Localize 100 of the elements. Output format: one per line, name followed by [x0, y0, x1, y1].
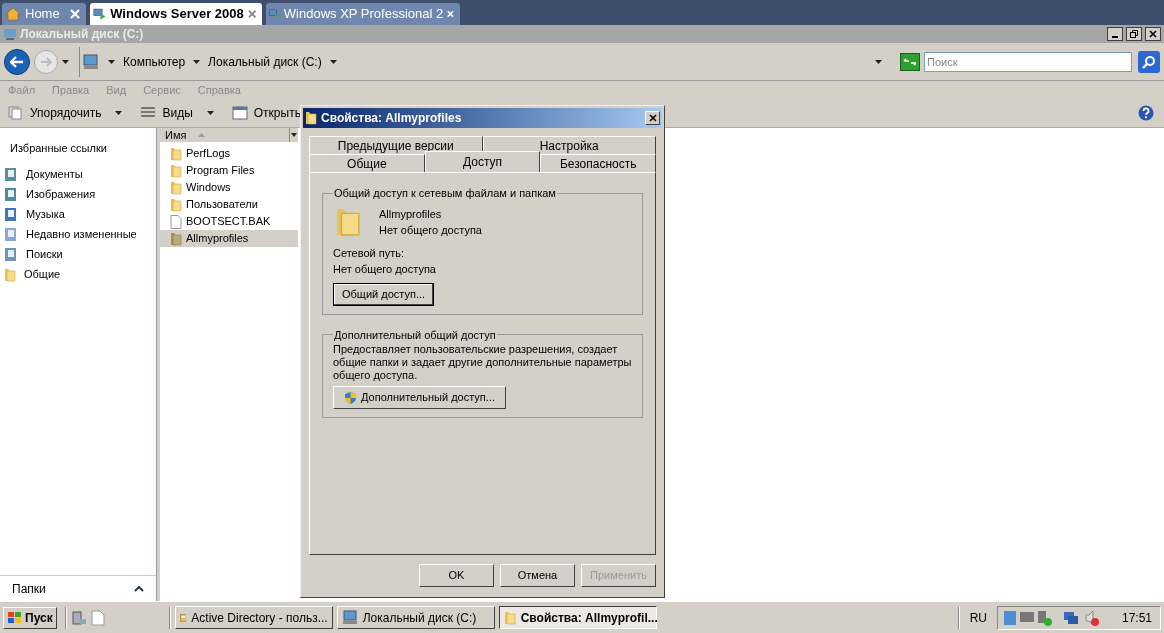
window-icon [231, 106, 248, 120]
host-tab[interactable]: Windows XP Professional 2 [266, 3, 460, 25]
monitor-icon [269, 7, 280, 21]
tab-label: Windows Server 2008 [110, 5, 244, 24]
sidebar-heading: Избранные ссылки [9, 141, 108, 156]
dialog-button[interactable]: Отмена [500, 564, 575, 587]
search-field[interactable]: Поиск [924, 51, 1132, 72]
share-button[interactable]: Общий доступ... [333, 282, 435, 306]
advanced-sharing-button[interactable]: Дополнительный доступ... [333, 386, 506, 409]
dialog-title: Свойства: Allmyprofiles [321, 110, 463, 127]
tab-label: Home [25, 5, 61, 24]
name-column-header[interactable]: Имя [160, 128, 290, 142]
tab-label: Windows XP Professional 2 [283, 5, 444, 24]
taskbar-button[interactable]: Active Directory - польз... [174, 606, 333, 629]
caret-icon [329, 59, 337, 64]
file-icon [170, 214, 182, 229]
file-row[interactable]: Allmyprofiles [160, 230, 298, 247]
language-indicator[interactable]: RU [963, 608, 993, 627]
restore-icon [1130, 30, 1138, 38]
document-icon [4, 227, 18, 242]
folder-name: Allmyprofiles [379, 206, 443, 222]
sort-arrow-icon [198, 133, 206, 137]
folder-icon [170, 146, 182, 161]
folder-icon [170, 197, 182, 212]
network-path-value: Нет общего доступа [333, 261, 437, 277]
caret-icon [875, 59, 882, 64]
taskbar-button[interactable]: Свойства: Allmyprofil... [498, 606, 657, 629]
list-icon [140, 106, 157, 120]
minimize-button[interactable] [1107, 27, 1123, 41]
toolbar-button[interactable]: Виды [140, 104, 214, 122]
back-button[interactable] [4, 48, 30, 75]
monitor-icon [93, 7, 107, 21]
column-dropdown[interactable] [290, 128, 298, 142]
file-row[interactable]: Пользователи [160, 196, 298, 213]
folder-icon [170, 163, 182, 178]
start-button[interactable]: Пуск [3, 606, 57, 629]
computer-icon [82, 52, 100, 71]
file-row[interactable]: BOOTSECT.BAK [160, 213, 298, 230]
breadcrumb[interactable]: Локальный диск (C:) [208, 52, 322, 71]
caret-icon [115, 111, 123, 115]
windows-flag-icon [7, 610, 22, 625]
share-status: Нет общего доступа [379, 223, 482, 238]
close-button[interactable] [1145, 27, 1161, 41]
sidebar-item[interactable]: Музыка [0, 204, 156, 225]
dialog-tab[interactable]: Доступ [424, 151, 541, 172]
document-icon [4, 167, 18, 182]
address-field[interactable]: Компьютер Локальный диск (C:) [79, 46, 884, 77]
close-icon [648, 114, 657, 122]
dialog-tab[interactable]: Общие [309, 154, 425, 172]
restore-button[interactable] [1126, 27, 1142, 41]
sidebar-item[interactable]: Недавно измененные [0, 224, 156, 245]
caret-icon [291, 133, 297, 137]
home-icon [5, 7, 21, 21]
caret-icon [206, 111, 214, 115]
toolbar-button[interactable]: Упорядочить [8, 104, 123, 122]
file-row[interactable]: Windows [160, 179, 298, 196]
toolbar-button[interactable]: Открыть [231, 104, 301, 122]
network-path-label: Сетевой путь: [333, 245, 406, 261]
pages-icon [8, 106, 24, 120]
right-arrow-icon [40, 56, 52, 67]
server-icon[interactable] [70, 609, 87, 626]
caret-icon [108, 59, 115, 64]
sidebar-item[interactable]: Изображения [0, 184, 156, 205]
folder-icon [170, 180, 182, 195]
folders-label: Папки [12, 580, 46, 598]
breadcrumb[interactable]: Компьютер [123, 52, 186, 71]
refresh-button[interactable] [900, 52, 920, 71]
group-legend: Дополнительный общий доступ [333, 326, 497, 343]
sidebar-item[interactable]: Поиски [0, 244, 156, 265]
chevron-up-icon [134, 585, 144, 592]
caret-icon [62, 59, 69, 64]
help-icon[interactable] [1138, 105, 1154, 121]
folder-icon [305, 111, 317, 125]
host-tab[interactable]: Home [2, 3, 86, 25]
column-title: Имя [165, 127, 187, 143]
folder-icon [170, 231, 182, 246]
refresh-arrows-icon [903, 56, 917, 67]
dialog-button[interactable]: OK [419, 564, 494, 587]
window-title: Локальный диск (C:) [20, 26, 145, 43]
shield-icon [344, 390, 357, 405]
close-icon [1149, 30, 1157, 38]
taskbar-button[interactable]: Локальный диск (C:) [336, 606, 495, 629]
folder-icon [503, 610, 516, 625]
file-row[interactable]: PerfLogs [160, 145, 298, 162]
computer-icon [341, 610, 358, 625]
file-row[interactable]: Program Files [160, 162, 298, 179]
computer-icon [3, 27, 17, 41]
search-button[interactable] [1138, 50, 1160, 73]
caret-icon [193, 59, 201, 64]
document-icon [4, 187, 18, 202]
host-tab[interactable]: Windows Server 2008 [90, 3, 262, 25]
clock: 17:51 [1120, 609, 1153, 627]
left-arrow-icon [10, 55, 24, 68]
folder-icon [4, 267, 16, 282]
sidebar-item[interactable]: Общие [0, 264, 156, 285]
close-icon[interactable] [247, 9, 256, 19]
group-legend: Общий доступ к сетевым файлам и папкам [333, 185, 557, 202]
sidebar-item[interactable]: Документы [0, 164, 156, 185]
dialog-tab[interactable]: Безопасность [540, 154, 656, 172]
advanced-sharing-description: Предоставляет пользовательские разрешения, создает общие папки и задает другие дополнительные параметры общего доступа. [333, 343, 632, 382]
